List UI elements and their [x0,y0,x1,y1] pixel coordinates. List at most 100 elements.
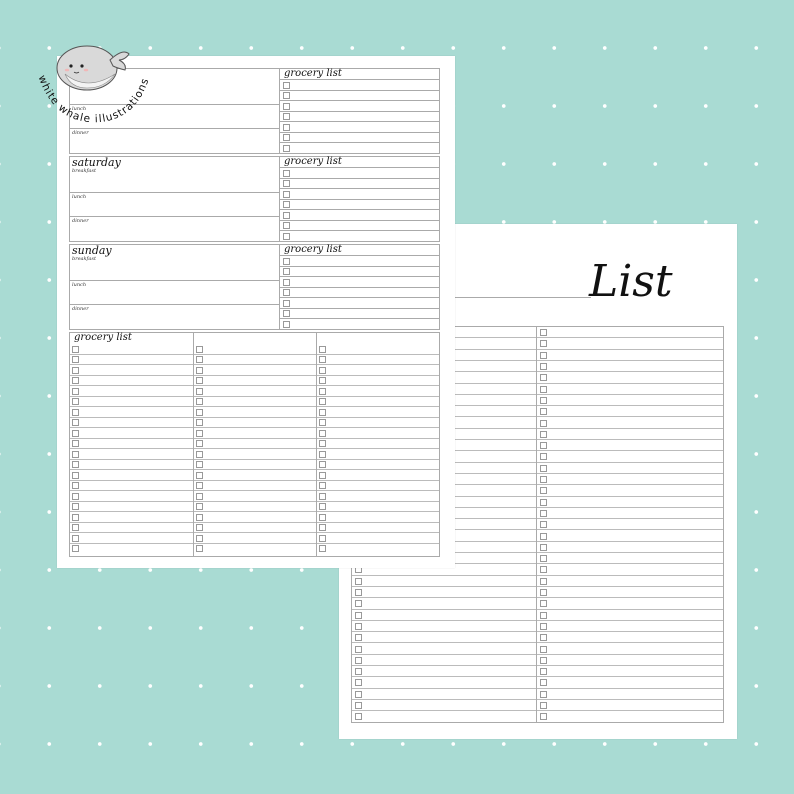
checkbox[interactable] [319,429,326,437]
checkbox[interactable] [72,461,79,469]
checkbox[interactable] [72,513,79,521]
checkbox[interactable] [319,440,326,448]
checkbox[interactable] [540,509,547,517]
checkbox[interactable] [540,713,547,721]
checkbox[interactable] [196,461,203,469]
checkbox[interactable] [540,487,547,495]
checkbox[interactable] [72,345,79,353]
checkbox[interactable] [283,289,290,297]
checkbox[interactable] [540,453,547,461]
checkbox[interactable] [283,278,290,286]
checkbox[interactable] [72,429,79,437]
checkbox[interactable] [196,482,203,490]
checkbox[interactable] [72,440,79,448]
checkbox[interactable] [540,600,547,608]
checkbox[interactable] [540,442,547,450]
checkbox[interactable] [540,555,547,563]
checkbox[interactable] [196,377,203,385]
checkbox[interactable] [283,113,290,121]
checkbox[interactable] [196,503,203,511]
checkbox[interactable] [283,190,290,198]
checkbox[interactable] [355,600,362,608]
checkbox[interactable] [319,345,326,353]
checkbox[interactable] [196,408,203,416]
checkbox[interactable] [319,534,326,542]
checkbox[interactable] [283,169,290,177]
checkbox[interactable] [540,374,547,382]
checkbox[interactable] [319,366,326,374]
checkbox[interactable] [283,144,290,152]
checkbox[interactable] [72,398,79,406]
checkbox[interactable] [319,492,326,500]
checkbox[interactable] [72,419,79,427]
checkbox[interactable] [540,408,547,416]
checkbox[interactable] [540,363,547,371]
checkbox[interactable] [540,329,547,337]
checkbox[interactable] [540,419,547,427]
checkbox[interactable] [540,340,547,348]
checkbox[interactable] [72,356,79,364]
checkbox[interactable] [319,398,326,406]
checkbox[interactable] [196,345,203,353]
checkbox[interactable] [283,310,290,318]
checkbox[interactable] [319,377,326,385]
checkbox[interactable] [283,134,290,142]
checkbox[interactable] [283,299,290,307]
checkbox[interactable] [72,377,79,385]
checkbox[interactable] [72,387,79,395]
checkbox[interactable] [72,545,79,553]
checkbox[interactable] [355,611,362,619]
checkbox[interactable] [72,492,79,500]
checkbox[interactable] [283,123,290,131]
checkbox[interactable] [196,366,203,374]
checkbox[interactable] [355,622,362,630]
checkbox[interactable] [283,257,290,265]
checkbox[interactable] [540,532,547,540]
checkbox[interactable] [319,503,326,511]
checkbox[interactable] [319,513,326,521]
checkbox[interactable] [72,450,79,458]
checkbox[interactable] [72,471,79,479]
checkbox[interactable] [196,398,203,406]
checkbox[interactable] [540,577,547,585]
checkbox[interactable] [283,201,290,209]
checkbox[interactable] [283,320,290,328]
checkbox[interactable] [196,471,203,479]
checkbox[interactable] [283,211,290,219]
checkbox[interactable] [540,668,547,676]
checkbox[interactable] [540,498,547,506]
checkbox[interactable] [355,713,362,721]
checkbox[interactable] [283,232,290,240]
checkbox[interactable] [196,419,203,427]
checkbox[interactable] [355,577,362,585]
checkbox[interactable] [196,492,203,500]
checkbox[interactable] [72,524,79,532]
checkbox[interactable] [355,656,362,664]
checkbox[interactable] [72,534,79,542]
checkbox[interactable] [540,645,547,653]
checkbox[interactable] [72,408,79,416]
checkbox[interactable] [540,476,547,484]
checkbox[interactable] [319,450,326,458]
checkbox[interactable] [196,440,203,448]
checkbox[interactable] [540,690,547,698]
checkbox[interactable] [319,471,326,479]
checkbox[interactable] [355,690,362,698]
checkbox[interactable] [283,92,290,100]
checkbox[interactable] [283,268,290,276]
checkbox[interactable] [540,543,547,551]
checkbox[interactable] [72,503,79,511]
checkbox[interactable] [355,702,362,710]
checkbox[interactable] [540,622,547,630]
checkbox[interactable] [196,524,203,532]
checkbox[interactable] [196,545,203,553]
checkbox[interactable] [540,396,547,404]
checkbox[interactable] [355,634,362,642]
checkbox[interactable] [319,545,326,553]
checkbox[interactable] [540,702,547,710]
checkbox[interactable] [196,513,203,521]
checkbox[interactable] [540,679,547,687]
checkbox[interactable] [72,366,79,374]
checkbox[interactable] [540,521,547,529]
checkbox[interactable] [540,589,547,597]
